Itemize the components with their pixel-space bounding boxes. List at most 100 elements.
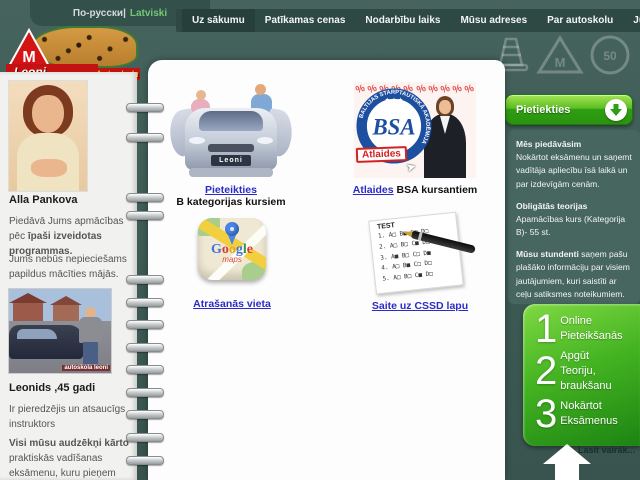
discount-link[interactable]: Atlaides [353,184,394,196]
info-section-text: Apamācības kurs (Kategorija B)- 55 st. [516,214,625,237]
spiral-ring [126,388,164,397]
nav-item-prices[interactable]: Patīkamas cenas [255,9,356,32]
info-section-students: Mūsu stundenti saņem pašu plašāko inform… [516,248,632,301]
photo-watermark: autoskola leoni [62,365,110,371]
photo-person-head [255,84,266,95]
maps-wordmark: maps [212,255,252,264]
step-2: 2 ApgūtTeoriju, braukšanu [535,349,640,394]
text-bold: Visi mūsu audzēkņi kārto [9,438,129,449]
step-number: 2 [535,352,557,390]
info-section-offer: Mēs piedāvāsim Nokārtot eksāmenu un saņe… [516,138,632,191]
info-section-title: Mūsu stundenti [516,249,579,259]
instructor-alla-name: Alla Pankova [9,194,77,206]
signup-caption: Pieteikties B kategorijas kursiem [148,184,314,208]
photo-face [32,95,64,133]
google-maps-icon[interactable]: Google maps [198,218,266,288]
instructor-alla-photo [8,80,88,192]
spiral-ring [126,433,164,442]
discount-caption-text: BSA kursantiem [394,184,478,196]
instructor-alla-note: Jums nebūs nepieciešams papildus mācītie… [9,252,131,282]
step-text: ApgūtTeoriju, braukšanu [560,349,640,394]
info-section-title: Obligātās teorijas [516,201,587,211]
spiral-ring [126,456,164,465]
csdd-test-image[interactable]: TEST 1. A□ B■ C□ D□ 2. A□ B□ C■ D□ 3. A■… [370,212,470,296]
read-more-link[interactable]: Lasīt vairāk... [578,445,635,455]
header-traffic-icons: M 50 [490,33,632,77]
photo-arms [31,159,67,177]
step-1: 1 OnlinePieteikšanās [535,310,640,348]
m-triangle-sign-icon: M [536,33,584,77]
info-section-text: Nokārtot eksāmenu un saņemt vadītāja apl… [516,152,632,188]
page: По-русски| Latviski Uz sākumu Patīkamas … [0,0,640,480]
photo-person-head [196,90,206,100]
csdd-caption: Saite uz CSSD lapu [340,300,500,312]
atlaides-badge: Atlaides [356,146,407,163]
car-grille [208,144,254,152]
signup-button-label: Pietiekties [506,104,605,116]
nav-item-home[interactable]: Uz sākumu [182,9,255,32]
signup-caption-text: B kategorijas kursiem [176,196,285,208]
photo-car [9,325,83,359]
step-number: 1 [535,310,557,348]
language-latvian-link[interactable]: Latviski [130,8,167,19]
main-nav: Uz sākumu Patīkamas cenas Nodarbību laik… [176,9,640,32]
signup-button[interactable]: Pietiekties [505,94,633,125]
instructor-leonids-photo: autoskola leoni [8,288,112,374]
photo-man-legs [83,342,98,364]
instructor-leonids-description: Ir pieredzējis un atsaucīgs instruktors [9,402,131,432]
language-russian-link[interactable]: По-русски| [73,8,126,19]
photo-man-body [79,317,102,343]
location-link[interactable]: Atrašanās vieta [193,298,271,310]
car-bumper [189,168,273,177]
nav-item-about[interactable]: Par autoskolu [537,9,623,32]
steps-panel: 1 OnlinePieteikšanās 2 ApgūtTeoriju, bra… [523,304,640,446]
info-panel: Mēs piedāvāsim Nokārtot eksāmenu un saņe… [508,130,640,304]
map-pin-icon [228,235,236,245]
main-content-card: Leoni Pieteikties B kategorijas kursiem … [148,60,505,480]
info-section-theory: Obligātās teorijas Apamācības kurs (Kate… [516,200,632,240]
spiral-ring [126,193,164,202]
nav-item-legal[interactable]: Juridiskie pak. [623,9,640,32]
instructor-leonids-note: Visi mūsu audzēkņi kārto praktiskās vadī… [9,436,131,480]
spiral-ring [126,211,164,220]
step-3: 3 NokārtotEksāmenus [535,395,640,433]
spiral-ring [126,343,164,352]
car-windshield [199,111,263,131]
spiral-ring [126,320,164,329]
csdd-link[interactable]: Saite uz CSSD lapu [372,300,468,312]
b-category-course-image[interactable]: Leoni [172,78,290,182]
svg-text:M: M [555,55,566,70]
photo-house [13,303,43,321]
step-text: NokārtotEksāmenus [560,399,617,429]
location-caption: Atrašanās vieta [152,298,312,310]
car-license-plate: Leoni [211,155,251,166]
step-number: 3 [535,395,557,433]
discount-caption: Atlaides BSA kursantiem [335,184,495,196]
car-headlight [257,137,273,144]
svg-text:★ ★ ★: ★ ★ ★ [385,96,403,103]
map-pin-dot [230,227,234,231]
nav-item-schedule[interactable]: Nodarbību laiks [355,9,450,32]
spiral-ring [126,365,164,374]
signup-link[interactable]: Pieteikties [205,184,257,196]
test-sheet: TEST 1. A□ B■ C□ D□ 2. A□ B□ C■ D□ 3. A■… [368,212,463,295]
spiral-ring [126,410,164,419]
step-text: OnlinePieteikšanās [560,314,622,344]
nav-item-addresses[interactable]: Mūsu adreses [450,9,537,32]
svg-text:50: 50 [603,49,617,63]
info-section-title: Mēs piedāvāsim [516,139,581,149]
arrow-stem [555,463,579,480]
arrow-down-circle-icon [605,99,627,121]
instructors-sidebar: Alla Pankova Piedāvā Jums apmācības pēc … [0,72,137,480]
spiral-ring [126,103,164,112]
photo-house [53,305,79,321]
spiral-ring [126,275,164,284]
svg-text:BSA: BSA [371,115,415,140]
text: praktiskās vadīšanas eksāmenu, kuru pieņ… [9,453,116,480]
spiral-ring [126,133,164,142]
car-headlight [189,137,205,144]
speed-limit-50-icon: 50 [588,33,632,77]
photo-woman-face [439,100,451,114]
bsa-discount-image[interactable]: %% %% %% %% %% BALTIJAS STARPTAUTISKĀ AK… [354,82,476,178]
instructor-leonids-name: Leonids ,45 gadi [9,382,95,394]
